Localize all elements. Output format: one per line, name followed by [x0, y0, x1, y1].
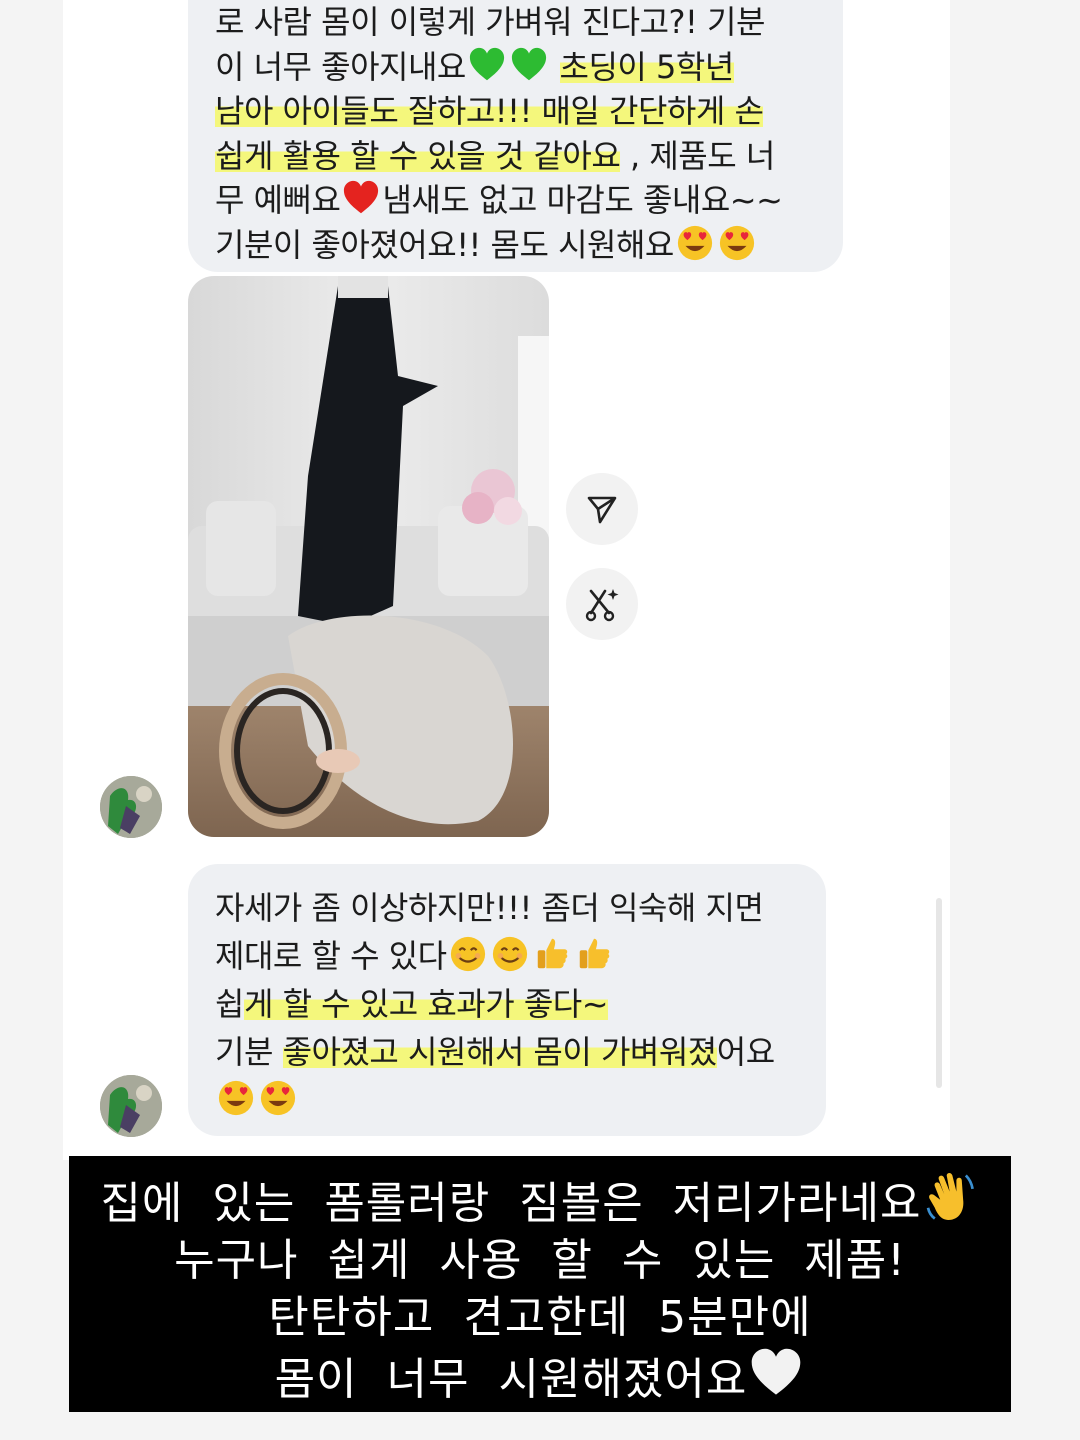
text-line	[215, 1076, 806, 1124]
heart-eyes-icon	[719, 225, 754, 260]
chat-screen: 로 사람 몸이 이렇게 가벼워 진다고?! 기분이 너무 좋아지내요 초딩이 5…	[63, 0, 950, 1160]
heart-eyes-icon	[218, 1080, 254, 1116]
highlighted-text: 게 할 수 있고 효과가 좋다~	[243, 985, 609, 1023]
yoga-wheel-photo	[188, 276, 549, 837]
caption-text-segment: 누구나 쉽게 사용 할 수 있는 제품!	[174, 1235, 906, 1286]
text-line: 자세가 좀 이상하지만!!! 좀더 익숙해 지면	[215, 884, 806, 932]
message-text-segment: 기분이 좋아졌어요!! 몸도 시원해요	[215, 225, 674, 264]
share-button[interactable]	[566, 473, 638, 545]
avatar-image	[100, 1075, 162, 1137]
text-line: 남아 아이들도 잘하고!!! 매일 간단하게 손	[215, 89, 819, 134]
message-text-segment: 무 예뻐요	[215, 181, 341, 219]
sender-avatar[interactable]	[100, 1075, 162, 1137]
sender-avatar[interactable]	[100, 776, 162, 838]
text-line: 이 너무 좋아지내요 초딩이 5학년	[215, 45, 819, 90]
message-bubble[interactable]: 자세가 좀 이상하지만!!! 좀더 익숙해 지면제대로 할 수 있다쉽게 할 수…	[188, 864, 826, 1136]
message-text-segment: 어요	[716, 1033, 775, 1071]
scrollbar[interactable]	[936, 898, 942, 1088]
thumbs-up-icon	[537, 938, 567, 969]
text-line: 기분이 좋아졌어요!! 몸도 시원해요	[215, 223, 819, 268]
white-heart-icon	[752, 1348, 801, 1395]
text-line: 제대로 할 수 있다	[215, 932, 806, 980]
caption-text-segment: 집에 있는 폼롤러랑 짐볼은 저리가라네요	[100, 1178, 922, 1229]
heart-eyes-icon	[677, 225, 712, 260]
text-line: 쉽게 할 수 있고 효과가 좋다~	[215, 980, 806, 1028]
caption-overlay: 집에 있는 폼롤러랑 짐볼은 저리가라네요누구나 쉽게 사용 할 수 있는 제품…	[69, 1156, 1011, 1412]
message-text-segment: 이 너무 좋아지내요	[215, 47, 466, 86]
red-heart-icon	[344, 180, 379, 214]
avatar-image	[100, 776, 162, 838]
text-line: 무 예뻐요 냄새도 없고 마감도 좋내요~~	[215, 178, 819, 223]
message-text-segment: 기분	[215, 1033, 283, 1071]
remix-icon	[585, 589, 619, 622]
green-heart-icon	[469, 47, 504, 80]
caption-text: 집에 있는 폼롤러랑 짐볼은 저리가라네요누구나 쉽게 사용 할 수 있는 제품…	[69, 1170, 1011, 1408]
message-text-segment: 쉽	[215, 985, 244, 1023]
text-line: 탄탄하고 견고한데 5분만에	[69, 1289, 1011, 1346]
message-text-segment: 제대로 할 수 있다	[215, 937, 447, 975]
message-text: 로 사람 몸이 이렇게 가벼워 진다고?! 기분이 너무 좋아지내요 초딩이 5…	[215, 0, 819, 267]
text-line: 누구나 쉽게 사용 할 수 있는 제품!	[69, 1232, 1011, 1289]
message-text-segment: , 제품도 너	[620, 136, 775, 175]
text-line: 집에 있는 폼롤러랑 짐볼은 저리가라네요	[69, 1170, 1011, 1232]
remix-button[interactable]	[566, 568, 638, 640]
smile-icon	[450, 936, 485, 972]
message-text-segment: 냄새도 없고 마감도 좋내요~~	[382, 181, 783, 219]
text-line: 로 사람 몸이 이렇게 가벼워 진다고?! 기분	[215, 0, 819, 45]
highlighted-text: 좋아졌고 시원해서 몸이 가벼워졌	[282, 1033, 717, 1071]
text-line: 몸이 너무 시원해졌어요	[69, 1346, 1011, 1408]
message-text-segment: 로 사람 몸이 이렇게 가벼워 진다고?! 기분	[215, 3, 765, 41]
green-heart-icon	[511, 47, 546, 80]
caption-text-segment: 몸이 너무 시원해졌어요	[274, 1354, 748, 1405]
message-text: 자세가 좀 이상하지만!!! 좀더 익숙해 지면제대로 할 수 있다쉽게 할 수…	[215, 884, 806, 1124]
share-icon	[587, 496, 617, 524]
message-bubble[interactable]: 로 사람 몸이 이렇게 가벼워 진다고?! 기분이 너무 좋아지내요 초딩이 5…	[188, 0, 843, 272]
caption-text-segment: 탄탄하고 견고한데 5분만에	[268, 1292, 812, 1343]
heart-eyes-icon	[260, 1080, 296, 1116]
message-text-segment: 자세가 좀 이상하지만!!! 좀더 익숙해 지면	[215, 889, 764, 927]
text-line: 쉽게 활용 할 수 있을 것 같아요 , 제품도 너	[215, 134, 819, 179]
highlighted-text: 쉽게 활용 할 수 있을 것 같아요	[215, 136, 621, 175]
text-line: 기분 좋아졌고 시원해서 몸이 가벼워졌어요	[215, 1028, 806, 1076]
shared-photo[interactable]	[188, 276, 549, 837]
highlighted-text: 남아 아이들도 잘하고!!! 매일 간단하게 손	[215, 92, 764, 130]
highlighted-text: 초딩이 5학년	[559, 47, 734, 86]
smile-icon	[492, 936, 527, 972]
message-text-segment	[550, 48, 560, 86]
waving-hand-icon	[926, 1172, 974, 1220]
thumbs-up-icon	[579, 938, 609, 969]
